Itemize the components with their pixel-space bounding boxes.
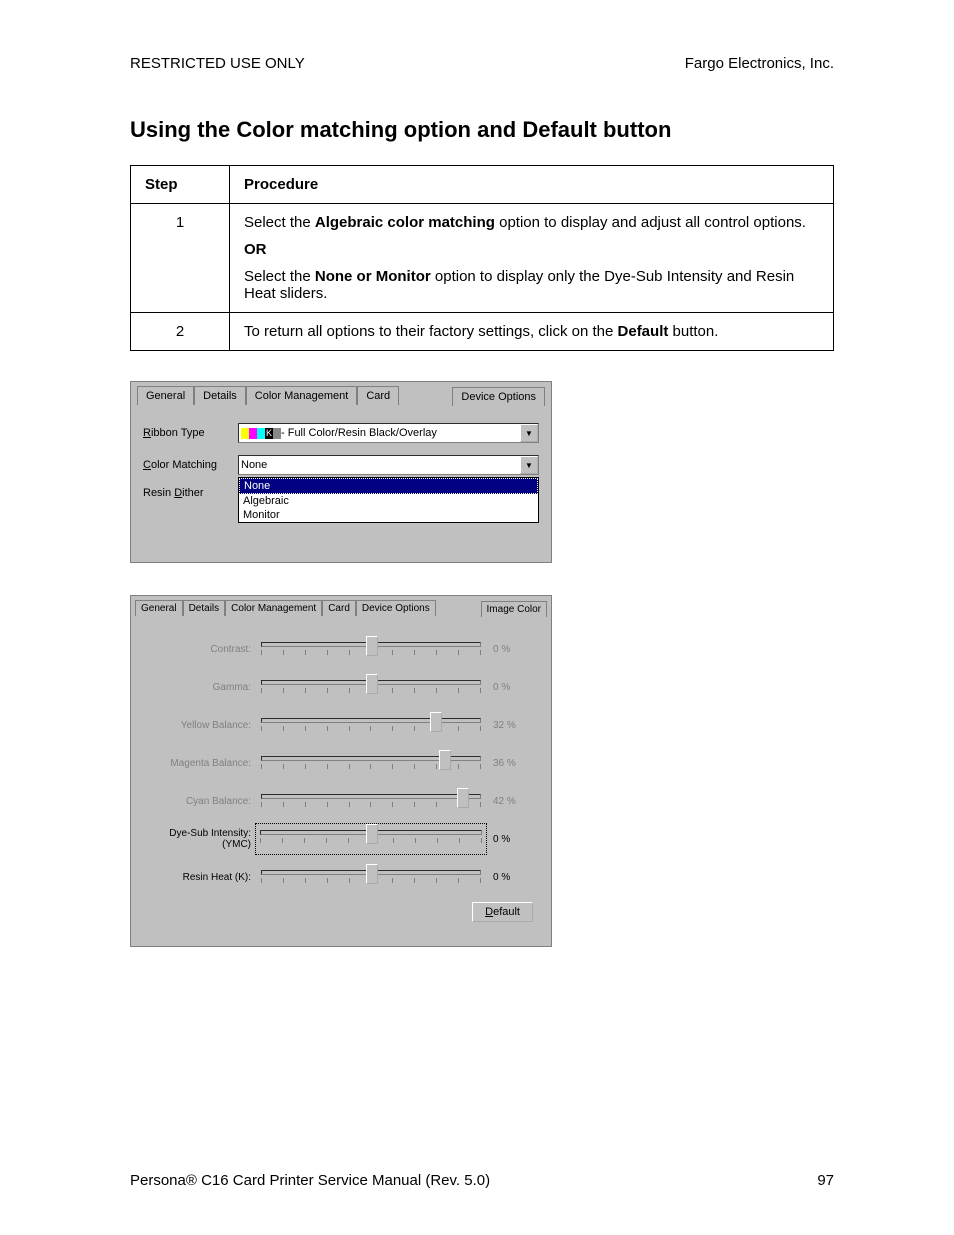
ribbon-type-label: Ribbon Type <box>143 427 238 439</box>
slider-track <box>257 674 485 700</box>
slider-label: Yellow Balance: <box>141 720 257 731</box>
slider-row: Cyan Balance: 42 % <box>141 782 541 820</box>
color-matching-label: Color Matching <box>143 459 238 471</box>
tab2-image-color[interactable]: Image Color <box>481 601 547 617</box>
t: Select the <box>244 214 315 231</box>
tab2-device-options[interactable]: Device Options <box>356 600 436 616</box>
tab-color-management[interactable]: Color Management <box>246 386 358 405</box>
tab2-general[interactable]: General <box>135 600 183 616</box>
slider-label: Cyan Balance: <box>141 796 257 807</box>
slider-thumb <box>457 788 469 808</box>
tab2-color-management[interactable]: Color Management <box>225 600 322 616</box>
page-title: Using the Color matching option and Defa… <box>130 117 834 143</box>
t: To return all options to their factory s… <box>244 323 618 340</box>
tab-general[interactable]: General <box>137 386 194 405</box>
tab-device-options[interactable]: Device Options <box>452 387 545 406</box>
footer-left: Persona® C16 Card Printer Service Manual… <box>130 1172 490 1189</box>
slider-value: 42 % <box>485 796 541 807</box>
header-right: Fargo Electronics, Inc. <box>685 55 834 72</box>
t: option to display and adjust all control… <box>495 214 806 231</box>
slider-value: 0 % <box>485 834 541 845</box>
tab-details[interactable]: Details <box>194 386 246 405</box>
slider-thumb <box>430 712 442 732</box>
proc-2: To return all options to their factory s… <box>230 313 834 351</box>
slider-row: Resin Heat (K): 0 % <box>141 858 541 896</box>
option-none[interactable]: None <box>239 478 538 494</box>
slider-row: Contrast: 0 % <box>141 630 541 668</box>
slider-row: Magenta Balance: 36 % <box>141 744 541 782</box>
slider-value: 0 % <box>485 872 541 883</box>
slider-thumb[interactable] <box>366 824 378 844</box>
ribbon-type-value: - Full Color/Resin Black/Overlay <box>281 427 437 439</box>
color-matching-dropdown[interactable]: None Algebraic Monitor <box>238 477 539 523</box>
color-matching-value: None <box>241 459 267 471</box>
step-1: 1 <box>131 204 230 313</box>
slider-track[interactable] <box>257 864 485 890</box>
slider-label: Dye-Sub Intensity: (YMC) <box>141 828 257 850</box>
slider-label: Contrast: <box>141 644 257 655</box>
slider-thumb <box>366 636 378 656</box>
option-algebraic[interactable]: Algebraic <box>239 494 538 508</box>
slider-track <box>257 636 485 662</box>
slider-value: 36 % <box>485 758 541 769</box>
or-sep: OR <box>244 241 819 258</box>
slider-thumb <box>366 674 378 694</box>
t: Select the <box>244 268 315 285</box>
tab2-card[interactable]: Card <box>322 600 356 616</box>
device-options-panel: General Details Color Management Card De… <box>130 381 552 563</box>
slider-track <box>257 788 485 814</box>
footer-right: 97 <box>817 1172 834 1189</box>
chevron-down-icon[interactable]: ▼ <box>520 424 538 442</box>
slider-track[interactable] <box>255 823 487 855</box>
ribbon-type-combo[interactable]: K - Full Color/Resin Black/Overlay ▼ <box>238 423 539 443</box>
chevron-down-icon[interactable]: ▼ <box>520 456 538 474</box>
image-color-panel: General Details Color Management Card De… <box>130 595 552 947</box>
th-proc: Procedure <box>230 166 834 204</box>
slider-track <box>257 750 485 776</box>
t-bold: Algebraic color matching <box>315 214 495 231</box>
slider-row: Gamma: 0 % <box>141 668 541 706</box>
slider-thumb[interactable] <box>366 864 378 884</box>
procedure-table: Step Procedure 1 Select the Algebraic co… <box>130 165 834 351</box>
t: button. <box>668 323 718 340</box>
proc-1: Select the Algebraic color matching opti… <box>230 204 834 313</box>
default-button[interactable]: Default <box>472 902 533 922</box>
th-step: Step <box>131 166 230 204</box>
resin-dither-label: Resin Dither <box>143 487 238 499</box>
slider-value: 0 % <box>485 644 541 655</box>
slider-thumb <box>439 750 451 770</box>
slider-row: Dye-Sub Intensity: (YMC) 0 % <box>141 820 541 858</box>
slider-label: Magenta Balance: <box>141 758 257 769</box>
slider-label: Gamma: <box>141 682 257 693</box>
slider-row: Yellow Balance: 32 % <box>141 706 541 744</box>
t-bold: Default <box>618 323 669 340</box>
slider-value: 0 % <box>485 682 541 693</box>
tab-card[interactable]: Card <box>357 386 399 405</box>
ymcko-icon: K <box>241 428 281 439</box>
color-matching-combo[interactable]: None ▼ <box>238 455 539 475</box>
tab2-details[interactable]: Details <box>183 600 226 616</box>
step-2: 2 <box>131 313 230 351</box>
slider-track <box>257 712 485 738</box>
slider-label: Resin Heat (K): <box>141 872 257 883</box>
slider-value: 32 % <box>485 720 541 731</box>
option-monitor[interactable]: Monitor <box>239 508 538 522</box>
t-bold: None or Monitor <box>315 268 431 285</box>
header-left: RESTRICTED USE ONLY <box>130 55 305 72</box>
